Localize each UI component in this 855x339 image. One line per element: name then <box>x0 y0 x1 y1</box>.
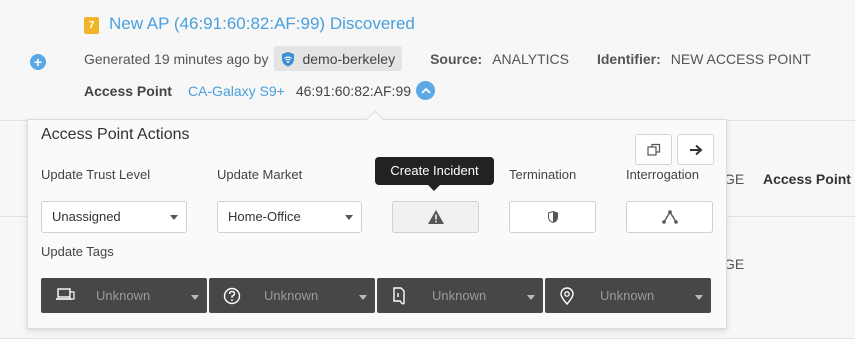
location-pin-icon <box>560 287 574 305</box>
market-label: Update Market <box>217 167 303 182</box>
interrogation-label: Interrogation <box>626 167 699 182</box>
background-column-fragment: GE <box>724 256 745 272</box>
update-tags-label: Update Tags <box>41 244 114 259</box>
user-chip[interactable]: demo-berkeley <box>274 46 403 71</box>
trust-level-label: Update Trust Level <box>41 167 151 182</box>
access-point-line: Access Point CA-Galaxy S9+ 46:91:60:82:A… <box>84 81 436 100</box>
shield-icon <box>547 211 558 223</box>
access-point-name-link[interactable]: CA-Galaxy S9+ <box>188 83 285 99</box>
username: demo-berkeley <box>302 50 396 67</box>
copy-button[interactable] <box>635 134 672 165</box>
expand-plus-button[interactable]: + <box>30 54 46 70</box>
generated-text: Generated 19 minutes ago by <box>84 50 269 67</box>
market-select[interactable]: Home-Office <box>217 201 362 233</box>
tag-value: Unknown <box>264 288 319 303</box>
alert-title-link[interactable]: New AP (46:91:60:82:AF:99) Discovered <box>109 14 415 34</box>
access-point-actions-panel: Access Point Actions Update Trust Level … <box>27 119 727 329</box>
wifi-shield-icon <box>282 51 295 66</box>
tag-value: Unknown <box>96 288 151 303</box>
termination-label: Termination <box>509 167 577 182</box>
arrow-right-icon <box>689 144 702 155</box>
copy-icon <box>646 143 660 156</box>
tag-select-question[interactable]: Unknown <box>209 278 375 313</box>
tag-value: Unknown <box>432 288 487 303</box>
severity-badge: 7 <box>84 17 99 34</box>
identifier-value: NEW ACCESS POINT <box>670 50 811 67</box>
background-column-fragment: GE <box>724 171 745 187</box>
source-label: Source: <box>430 50 483 67</box>
network-node-icon <box>661 210 678 224</box>
source-value: ANALYTICS <box>492 50 569 67</box>
question-icon <box>223 287 241 305</box>
panel-title: Access Point Actions <box>41 126 190 143</box>
create-incident-tooltip: Create Incident <box>375 157 494 191</box>
create-incident-button[interactable] <box>392 201 479 233</box>
chevron-up-icon[interactable] <box>416 81 436 100</box>
document-icon <box>393 287 405 305</box>
access-point-label: Access Point <box>84 82 172 99</box>
interrogation-button[interactable] <box>626 201 713 233</box>
tag-select-device[interactable]: Unknown <box>41 278 207 313</box>
tag-select-document[interactable]: Unknown <box>377 278 543 313</box>
termination-button[interactable] <box>509 201 596 233</box>
tag-select-location[interactable]: Unknown <box>545 278 711 313</box>
tag-value: Unknown <box>600 288 655 303</box>
navigate-button[interactable] <box>677 134 714 165</box>
background-access-point-header: Access Point <box>763 171 851 187</box>
device-icon <box>56 288 75 300</box>
alert-meta: Generated 19 minutes ago by demo-berkele… <box>84 46 811 71</box>
identifier-label: Identifier: <box>596 50 661 67</box>
access-point-mac: 46:91:60:82:AF:99 <box>295 82 412 99</box>
trust-level-select[interactable]: Unassigned <box>41 201 187 233</box>
warning-icon <box>427 210 444 224</box>
